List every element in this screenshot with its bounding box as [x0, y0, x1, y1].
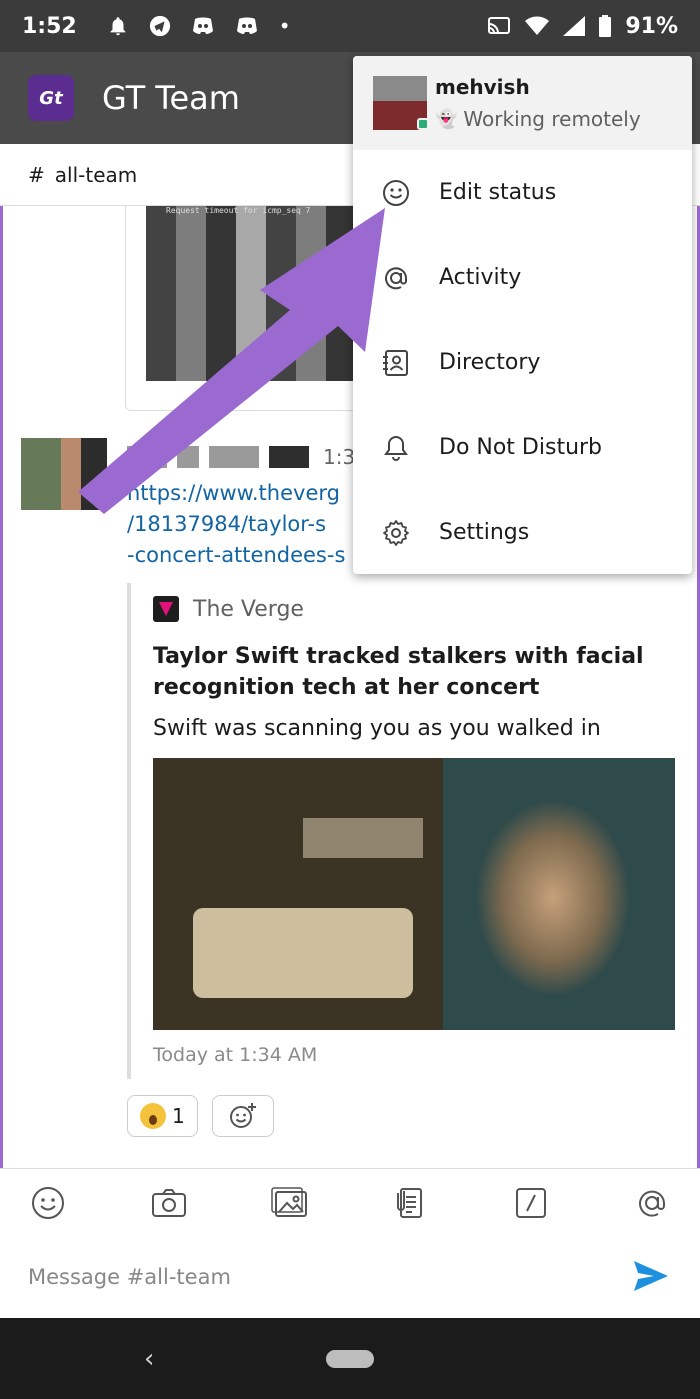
camera-button[interactable]	[149, 1183, 189, 1223]
bell-notification-icon	[110, 17, 126, 36]
send-arrow-icon	[634, 1261, 668, 1291]
system-nav-bar: ‹	[0, 1318, 700, 1399]
preview-timestamp: Today at 1:34 AM	[153, 1044, 318, 1066]
user-info: mehvish 👻 Working remotely	[435, 75, 641, 131]
telegram-icon	[149, 15, 170, 37]
menu-item-directory[interactable]: Directory	[353, 320, 692, 405]
team-logo[interactable]: Gt	[28, 75, 74, 121]
mention-button[interactable]	[632, 1183, 672, 1223]
battery-percent: 91%	[625, 13, 678, 39]
send-button[interactable]	[632, 1259, 670, 1297]
battery-icon	[599, 15, 612, 37]
pixelated-screenshot-image	[146, 206, 356, 381]
smiley-icon	[32, 1187, 64, 1219]
link-line[interactable]: https://www.theverg	[127, 478, 367, 509]
screenshot-caption: Request timeout for icmp_seq 7	[166, 206, 311, 215]
presence-indicator	[417, 118, 429, 130]
menu-item-label: Activity	[439, 265, 522, 290]
menu-item-do-not-disturb[interactable]: Do Not Disturb	[353, 405, 692, 490]
channel-name: all-team	[54, 162, 138, 187]
menu-item-settings[interactable]: Settings	[353, 490, 692, 574]
image-gallery-icon	[270, 1187, 307, 1217]
bell-icon	[381, 433, 411, 463]
menu-item-edit-status[interactable]: Edit status	[353, 150, 692, 235]
preview-source: The Verge	[153, 589, 687, 629]
cast-icon	[488, 17, 511, 34]
gear-icon	[381, 518, 411, 548]
menu-item-label: Directory	[439, 350, 541, 375]
reactions-row: 1	[127, 1095, 274, 1137]
add-emoji-icon	[229, 1103, 256, 1128]
add-reaction-button[interactable]	[211, 1095, 274, 1137]
surprised-face-icon	[140, 1103, 166, 1129]
emoji-button[interactable]	[28, 1183, 68, 1223]
redacted-name-block	[269, 446, 309, 468]
link-preview-card[interactable]: The Verge Taylor Swift tracked stalkers …	[127, 583, 687, 1079]
back-chevron-icon[interactable]: ‹	[144, 1344, 154, 1374]
image-light	[303, 818, 423, 858]
message-composer: Message #all-team	[0, 1168, 700, 1318]
preview-source-name: The Verge	[193, 596, 304, 622]
message-header: 1:34	[127, 442, 368, 472]
user-status-text: Working remotely	[463, 107, 641, 131]
slash-command-icon	[516, 1188, 547, 1218]
menu-user-header[interactable]: mehvish 👻 Working remotely	[353, 56, 692, 150]
message-link[interactable]: https://www.theverg /18137984/taylor-s -…	[127, 478, 367, 571]
hash-icon: #	[28, 162, 45, 187]
composer-toolbar	[0, 1169, 700, 1239]
preview-description: Swift was scanning you as you walked in	[153, 716, 601, 741]
reaction-count: 1	[172, 1104, 185, 1128]
menu-item-label: Settings	[439, 520, 530, 545]
at-icon	[381, 263, 411, 293]
preview-title[interactable]: Taylor Swift tracked stalkers with facia…	[153, 641, 687, 703]
redacted-name-block	[177, 446, 199, 468]
redacted-name-block	[127, 446, 167, 468]
at-icon	[639, 1190, 665, 1217]
ghost-status-icon: 👻	[435, 108, 458, 130]
preview-image[interactable]	[153, 758, 675, 1030]
file-attachment-icon	[397, 1188, 423, 1218]
menu-item-label: Do Not Disturb	[439, 435, 603, 460]
user-name: mehvish	[435, 75, 530, 99]
image-sofa	[193, 908, 413, 998]
smiley-icon	[381, 178, 411, 208]
more-notifications-dot-icon: •	[278, 14, 291, 38]
menu-item-label: Edit status	[439, 180, 557, 205]
link-line[interactable]: /18137984/taylor-s	[127, 509, 367, 540]
team-name[interactable]: GT Team	[102, 79, 240, 117]
status-time: 1:52	[22, 13, 77, 39]
discord-icon-2	[236, 17, 257, 34]
shortcuts-button[interactable]	[511, 1183, 551, 1223]
message-input[interactable]: Message #all-team	[28, 1265, 231, 1289]
sender-avatar[interactable]	[21, 438, 107, 510]
camera-icon	[151, 1189, 186, 1217]
file-button[interactable]	[390, 1183, 430, 1223]
wifi-icon	[525, 16, 550, 35]
status-bar: 1:52 • 91%	[0, 0, 700, 52]
gallery-button[interactable]	[270, 1183, 310, 1223]
user-menu-dropdown: mehvish 👻 Working remotely Edit status A…	[353, 56, 692, 574]
previous-attachment-card[interactable]: Request timeout for icmp_seq 7	[125, 206, 365, 411]
the-verge-logo-icon	[153, 596, 179, 622]
home-pill-button[interactable]	[326, 1349, 374, 1368]
notification-icons: •	[107, 14, 291, 38]
discord-icon	[192, 17, 213, 34]
redacted-name-block	[209, 446, 259, 468]
user-avatar	[373, 76, 429, 130]
contact-card-icon	[381, 348, 411, 378]
user-status: 👻 Working remotely	[435, 107, 641, 131]
signal-icon	[563, 16, 586, 36]
menu-item-activity[interactable]: Activity	[353, 235, 692, 320]
reaction-surprised[interactable]: 1	[127, 1095, 198, 1137]
link-line[interactable]: -concert-attendees-s	[127, 540, 367, 571]
